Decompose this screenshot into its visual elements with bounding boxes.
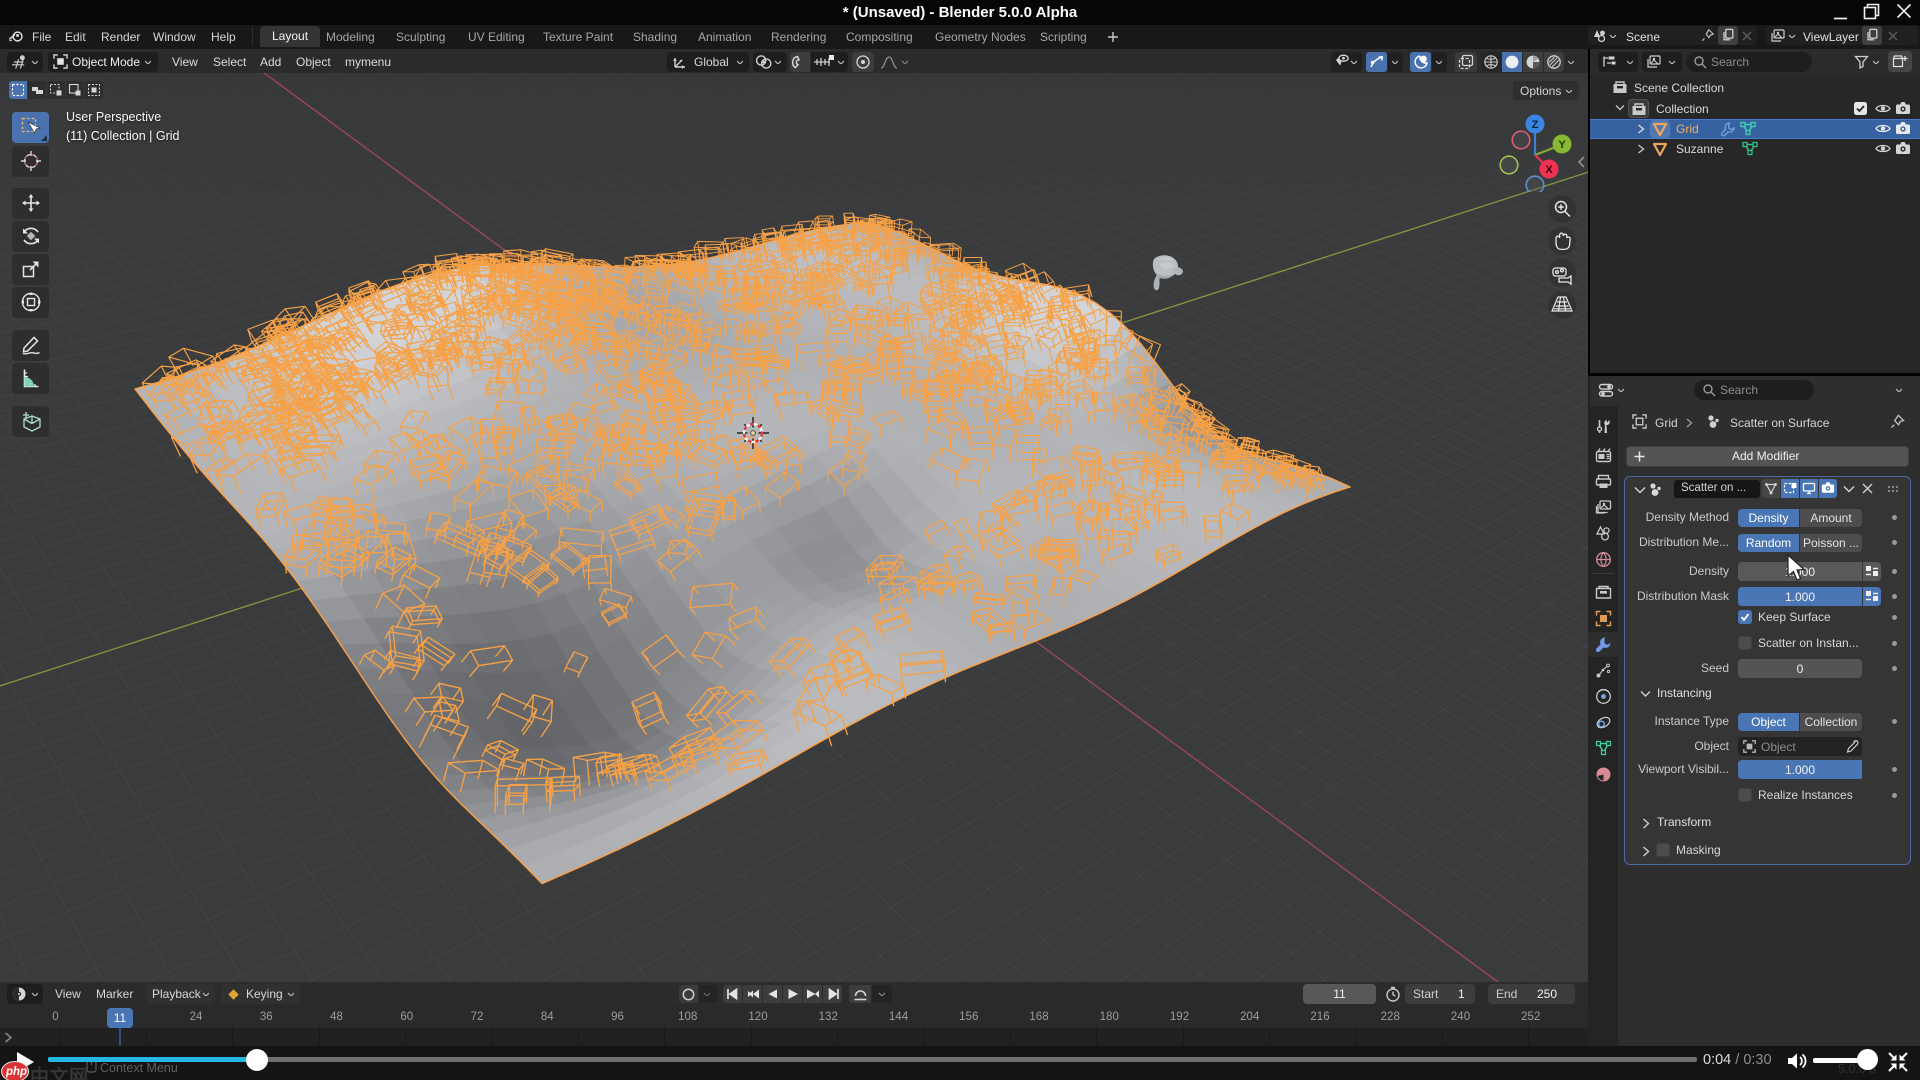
svg-text:Z: Z [1532,119,1539,131]
svg-text:X: X [1545,164,1553,176]
svg-text:Y: Y [1558,139,1566,151]
